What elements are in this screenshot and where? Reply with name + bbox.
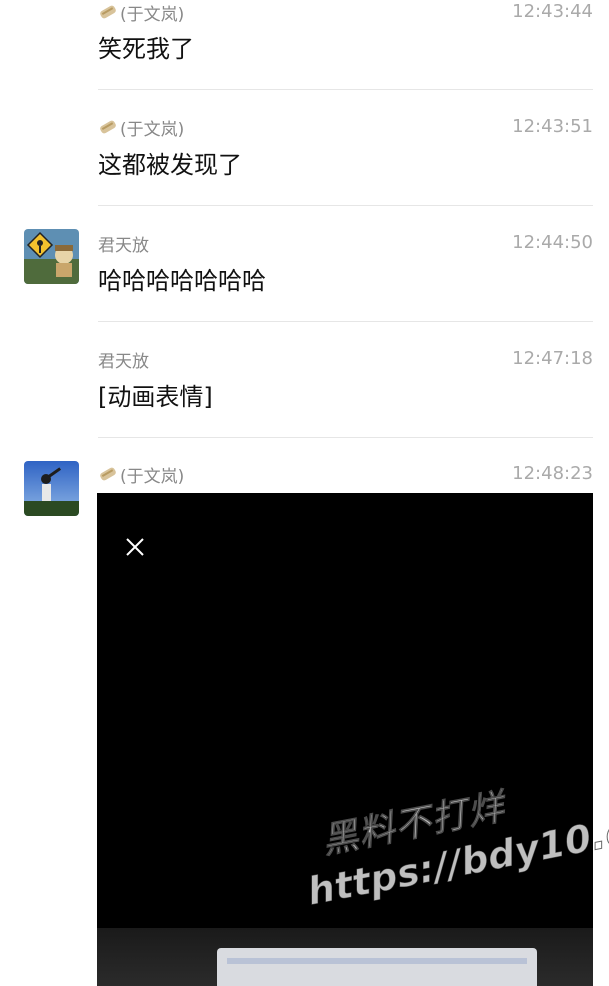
rolled-paper-icon xyxy=(100,467,116,481)
message-time: 12:48:23 xyxy=(512,463,593,484)
sender-name-text: (于文岚) xyxy=(120,119,185,140)
avatar-traffic-sign-icon xyxy=(24,229,79,284)
message-time: 12:43:44 xyxy=(512,1,593,22)
message-text[interactable]: [动画表情] xyxy=(98,382,213,412)
close-icon[interactable] xyxy=(123,535,147,559)
avatar[interactable] xyxy=(24,461,79,516)
sender-name-text: 君天放 xyxy=(98,351,149,372)
message-time: 12:44:50 xyxy=(512,232,593,253)
message-item[interactable]: 君天放 12:47:18 [动画表情] xyxy=(0,322,609,438)
message-time: 12:47:18 xyxy=(512,348,593,369)
video-message[interactable] xyxy=(97,493,593,986)
monitor-image xyxy=(217,948,537,986)
video-frame-bottom xyxy=(97,928,593,986)
sender-name: (于文岚) xyxy=(98,1,185,25)
monitor-toolbar xyxy=(227,958,527,964)
message-time: 12:43:51 xyxy=(512,116,593,137)
message-text[interactable]: 笑死我了 xyxy=(98,34,194,64)
rolled-paper-icon xyxy=(100,120,116,134)
message-item[interactable]: (于文岚) 12:43:44 笑死我了 xyxy=(0,0,609,90)
sender-name-text: (于文岚) xyxy=(120,466,185,487)
rolled-paper-icon xyxy=(100,5,116,19)
avatar[interactable] xyxy=(24,229,79,284)
avatar-person-icon xyxy=(24,461,79,516)
message-item[interactable]: 君天放 12:44:50 哈哈哈哈哈哈哈 xyxy=(0,206,609,322)
sender-name: 君天放 xyxy=(98,348,149,372)
message-text[interactable]: 哈哈哈哈哈哈哈 xyxy=(98,266,266,296)
sender-name: (于文岚) xyxy=(98,116,185,140)
message-text[interactable]: 这都被发现了 xyxy=(98,150,242,180)
sender-name-text: (于文岚) xyxy=(120,4,185,25)
sender-name: (于文岚) xyxy=(98,463,185,487)
sender-name-text: 君天放 xyxy=(98,235,149,256)
message-item[interactable]: (于文岚) 12:43:51 这都被发现了 xyxy=(0,90,609,206)
sender-name: 君天放 xyxy=(98,232,149,256)
